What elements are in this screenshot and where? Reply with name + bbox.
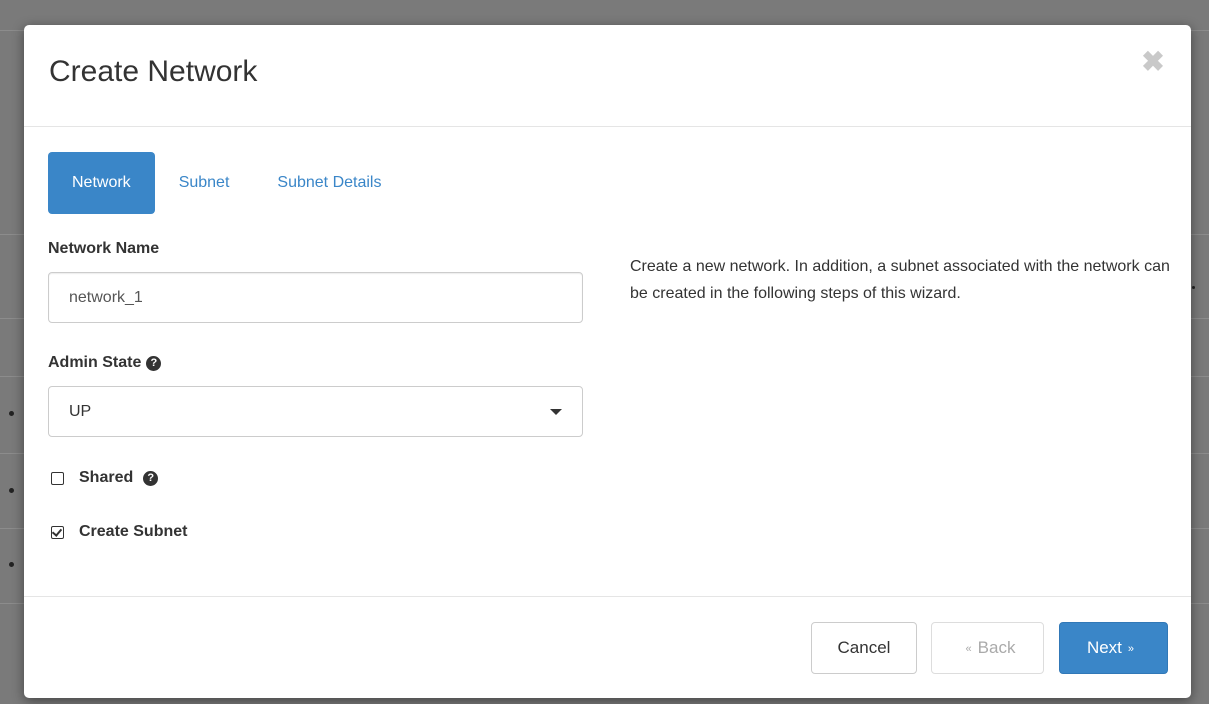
backdrop-bullet <box>9 562 14 567</box>
tab-subnet-details[interactable]: Subnet Details <box>253 152 405 214</box>
question-circle-icon[interactable]: ? <box>143 470 159 486</box>
modal-footer: Cancel « Back Next » <box>24 596 1191 698</box>
checkbox-empty-icon[interactable] <box>51 471 64 485</box>
wizard-tabs: Network Subnet Subnet Details <box>48 152 405 214</box>
checkbox-checked-icon[interactable] <box>51 525 64 539</box>
tab-subnet[interactable]: Subnet <box>155 152 254 214</box>
cancel-button[interactable]: Cancel <box>811 622 917 674</box>
create-network-modal: Create Network ✖ Network Subnet Subnet D… <box>24 25 1191 698</box>
question-circle-icon[interactable]: ? <box>146 355 162 371</box>
double-chevron-right-icon: » <box>1127 643 1135 655</box>
next-button-label: Next <box>1086 638 1122 657</box>
admin-state-label: Admin State ? <box>48 354 162 372</box>
backdrop-bullet <box>1192 286 1195 289</box>
network-name-label-text: Network Name <box>48 240 160 257</box>
backdrop-bullet <box>9 488 14 493</box>
create-subnet-checkbox-row[interactable]: Create Subnet <box>51 523 187 541</box>
cancel-button-label: Cancel <box>837 638 891 657</box>
back-button[interactable]: « Back <box>931 622 1044 674</box>
double-chevron-left-icon: « <box>965 643 972 655</box>
modal-header: Create Network ✖ <box>24 25 1191 127</box>
admin-state-select[interactable]: UP <box>48 386 583 437</box>
create-subnet-label: Create Subnet <box>79 523 188 540</box>
close-icon[interactable]: ✖ <box>1140 48 1166 76</box>
tab-network[interactable]: Network <box>48 152 155 214</box>
network-name-input[interactable] <box>48 272 583 323</box>
admin-state-label-text: Admin State <box>48 354 142 371</box>
next-button[interactable]: Next » <box>1059 622 1168 674</box>
shared-label: Shared <box>79 469 134 486</box>
backdrop-bullet <box>9 411 14 416</box>
network-name-label: Network Name <box>48 240 159 258</box>
admin-state-value: UP <box>69 402 92 420</box>
modal-title: Create Network <box>49 55 258 88</box>
caret-down-icon <box>550 408 562 415</box>
shared-checkbox-row[interactable]: Shared ? <box>51 469 159 487</box>
back-button-label: Back <box>977 638 1016 657</box>
help-description: Create a new network. In addition, a sub… <box>630 258 1170 302</box>
